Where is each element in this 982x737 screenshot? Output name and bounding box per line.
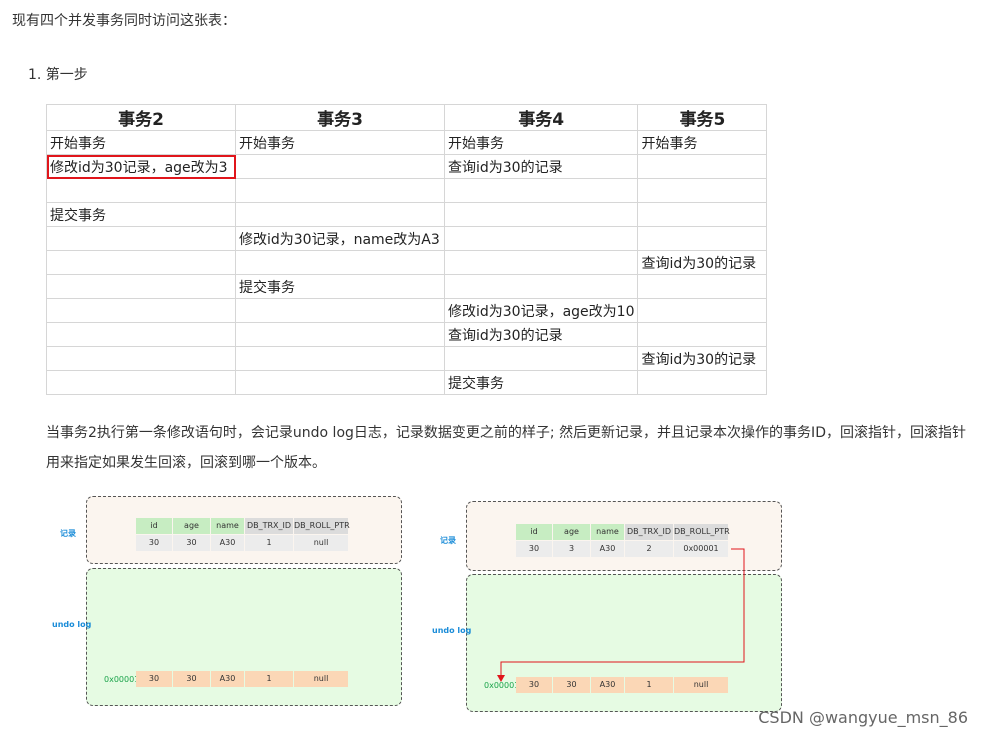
roll-pointer-arrow — [497, 548, 745, 682]
watermark: CSDN @wangyue_msn_86 — [758, 708, 968, 727]
